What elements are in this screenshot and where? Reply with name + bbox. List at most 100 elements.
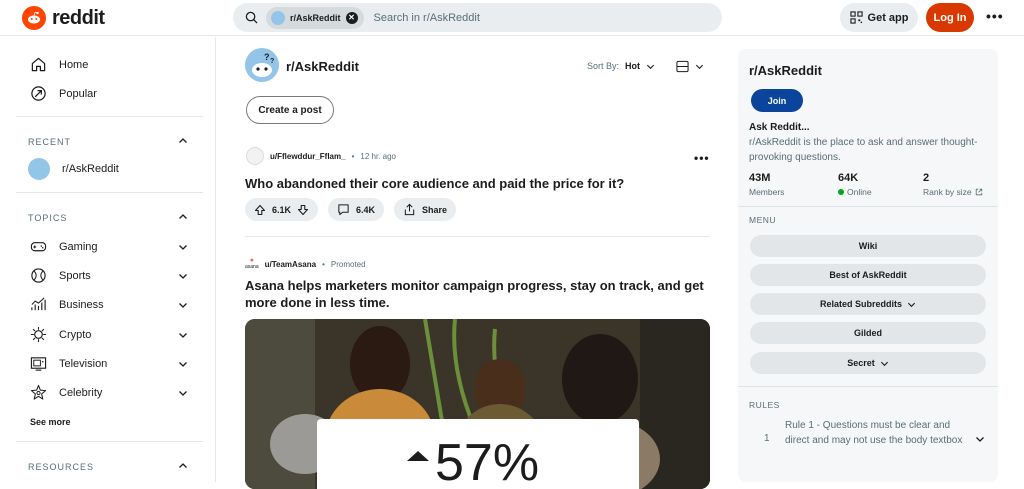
topic-celebrity[interactable]: Celebrity: [30, 384, 102, 401]
menu-wiki-button[interactable]: Wiki: [750, 235, 986, 257]
post-time: 12 hr. ago: [360, 151, 396, 161]
menu-item-label: Gilded: [853, 328, 882, 338]
topic-business[interactable]: Business: [30, 296, 104, 313]
clear-chip-icon[interactable]: ✕: [345, 11, 358, 24]
collapse-recent-icon[interactable]: [178, 136, 188, 146]
reddit-logo[interactable]: reddit: [22, 6, 105, 30]
topic-gaming[interactable]: Gaming: [30, 238, 98, 255]
menu-gilded-button[interactable]: Gilded: [750, 322, 986, 344]
promo-media[interactable]: 57%: [245, 319, 710, 489]
sidebar-title: r/AskReddit: [749, 63, 822, 78]
recent-item-askreddit[interactable]: r/AskReddit: [28, 158, 119, 180]
chevron-down-icon[interactable]: [178, 300, 188, 310]
collapse-topics-icon[interactable]: [178, 212, 188, 222]
get-app-button[interactable]: Get app: [840, 3, 918, 32]
business-chart-icon: [31, 297, 46, 311]
collapse-resources-icon[interactable]: [178, 461, 188, 471]
upvote-icon[interactable]: [254, 204, 266, 216]
login-button[interactable]: Log In: [926, 3, 974, 32]
share-button[interactable]: Share: [394, 198, 457, 221]
chevron-down-icon[interactable]: [178, 330, 188, 340]
nav-divider: [16, 441, 203, 442]
nav-divider: [16, 116, 203, 117]
rank-value: 2: [923, 172, 930, 184]
post-author[interactable]: u/Fflewddur_Fflam_: [270, 152, 346, 161]
topic-sports[interactable]: Sports: [30, 267, 91, 284]
asana-logo[interactable]: ● asana: [245, 257, 259, 270]
comments-button[interactable]: 6.4K: [328, 198, 385, 221]
nav-popular-label: Popular: [59, 87, 97, 100]
members-stat: 43M Members: [749, 172, 784, 197]
chevron-down-icon: [880, 361, 888, 366]
topic-label: Sports: [59, 269, 91, 282]
post-actions: 6.1K 6.4K Share: [245, 198, 457, 221]
post-options-icon[interactable]: •••: [694, 151, 710, 165]
chevron-down-icon[interactable]: [178, 242, 188, 252]
gamepad-icon: [30, 242, 47, 252]
sidebar-divider: [738, 386, 998, 387]
topic-label: Gaming: [59, 240, 98, 253]
share-icon: [404, 203, 415, 216]
sort-control[interactable]: Sort By: Hot: [587, 61, 655, 71]
user-avatar[interactable]: [246, 147, 264, 165]
promo-meta: ● asana u/TeamAsana • Promoted: [245, 257, 366, 270]
rank-stat[interactable]: 2 Rank by size: [923, 172, 983, 197]
chevron-down-icon[interactable]: [178, 271, 188, 281]
home-icon: [31, 57, 46, 72]
post-title[interactable]: Who abandoned their core audience and pa…: [245, 175, 715, 192]
share-label: Share: [422, 204, 448, 215]
topic-label: Business: [59, 298, 104, 311]
promoted-label: Promoted: [330, 259, 366, 269]
members-label: Members: [749, 187, 785, 197]
rule-item[interactable]: 1 Rule 1 - Questions must be clear and d…: [749, 418, 989, 448]
sidebar-divider: [738, 206, 998, 207]
more-options-icon[interactable]: •••: [986, 8, 1004, 24]
menu-secret-button[interactable]: Secret: [750, 352, 986, 374]
post-meta: u/Fflewddur_Fflam_ • 12 hr. ago: [246, 147, 396, 165]
card-view-icon: [676, 60, 689, 73]
post-divider: [245, 236, 710, 237]
community-name: Ask Reddit...: [749, 122, 810, 133]
meta-separator: •: [351, 151, 355, 161]
join-button[interactable]: Join: [751, 89, 803, 112]
vote-count: 6.1K: [272, 204, 292, 215]
topic-label: Crypto: [59, 328, 92, 341]
see-more-link[interactable]: See more: [30, 417, 71, 427]
menu-label: MENU: [749, 215, 777, 225]
chevron-down-icon[interactable]: [178, 359, 188, 369]
rule-text: Rule 1 - Questions must be clear and dir…: [785, 420, 963, 446]
menu-best-of-button[interactable]: Best of AskReddit: [750, 264, 986, 286]
chevron-down-icon: [646, 64, 655, 69]
nav-home[interactable]: Home: [30, 56, 88, 73]
search-scope-chip[interactable]: r/AskReddit ✕: [266, 6, 364, 29]
svg-text:?: ?: [264, 52, 270, 62]
askreddit-avatar: [28, 158, 50, 180]
crypto-icon: [30, 326, 47, 343]
rule-number: 1: [764, 433, 770, 444]
chevron-down-icon[interactable]: [178, 388, 188, 398]
menu-related-subreddits-button[interactable]: Related Subreddits: [750, 293, 986, 315]
online-value: 64K: [838, 172, 859, 184]
view-toggle[interactable]: [676, 60, 704, 73]
search-input[interactable]: [373, 11, 674, 24]
external-link-icon: [975, 188, 982, 196]
search-bar[interactable]: r/AskReddit ✕: [233, 3, 722, 32]
sports-ball-icon: [31, 268, 46, 283]
increase-arrow-icon: [407, 451, 429, 461]
nav-popular[interactable]: Popular: [30, 85, 97, 102]
popular-icon: [31, 86, 46, 101]
topic-crypto[interactable]: Crypto: [30, 326, 91, 343]
meta-separator: •: [322, 259, 325, 269]
search-chip-label: r/AskReddit: [290, 12, 341, 23]
promo-author[interactable]: u/TeamAsana: [265, 260, 316, 269]
topic-television[interactable]: Television: [30, 355, 107, 372]
chevron-down-icon: [976, 437, 984, 442]
promo-title[interactable]: Asana helps marketers monitor campaign p…: [245, 277, 715, 311]
members-value: 43M: [749, 172, 771, 184]
create-post-button[interactable]: Create a post: [246, 96, 334, 124]
community-sidebar: r/AskReddit Join Ask Reddit... r/AskRedd…: [738, 49, 998, 482]
svg-text:?: ?: [270, 58, 274, 65]
downvote-icon[interactable]: [297, 204, 309, 216]
sort-value: Hot: [625, 61, 641, 71]
nav-divider: [16, 192, 203, 193]
